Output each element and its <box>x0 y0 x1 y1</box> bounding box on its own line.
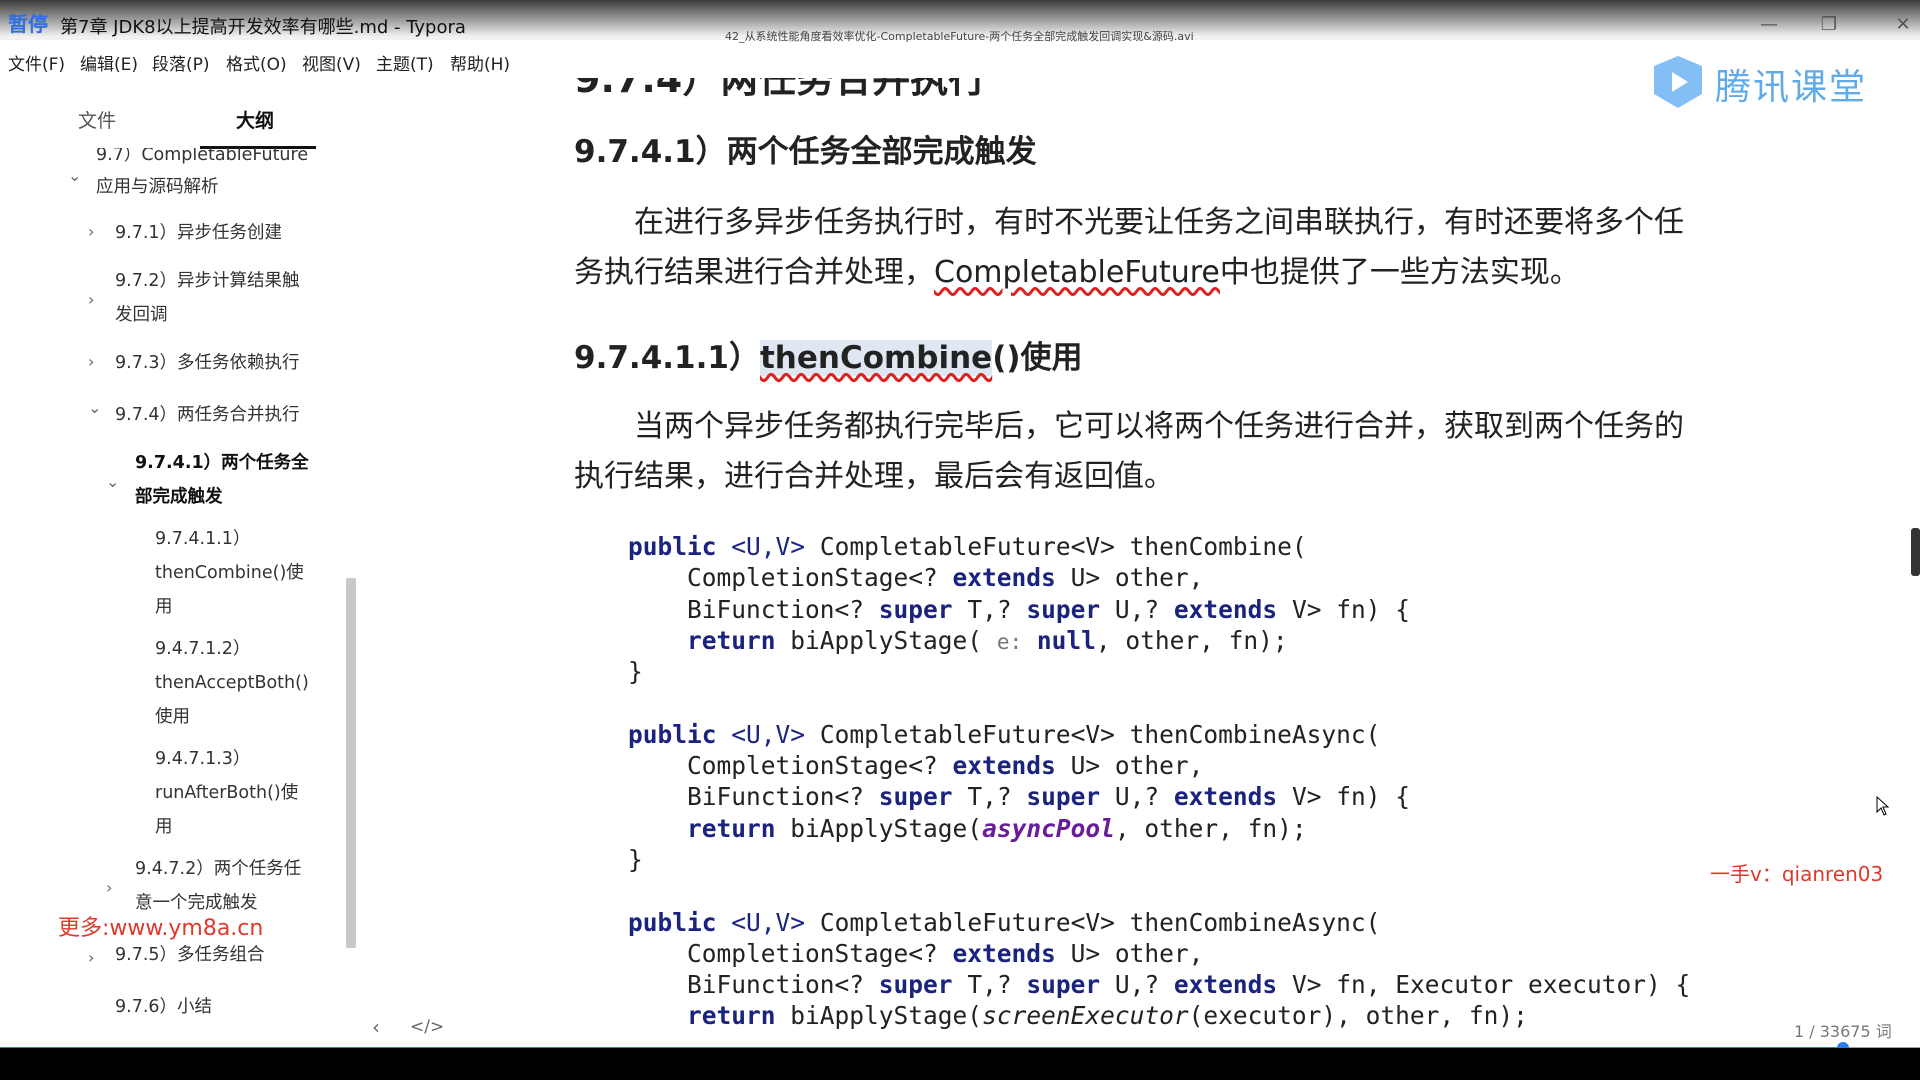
outline-scrollbar[interactable] <box>346 578 356 948</box>
tab-outline[interactable]: 大纲 <box>236 106 274 133</box>
code-line: public <U,V> CompletableFuture<V> thenCo… <box>628 719 1381 749</box>
code-line: public <U,V> CompletableFuture<V> thenCo… <box>628 532 1307 561</box>
menu-view[interactable]: 视图(V) <box>302 50 361 75</box>
outline-item[interactable]: 用 <box>155 590 173 624</box>
code-line: public <U,V> CompletableFuture<V> thenCo… <box>628 907 1381 937</box>
outline-item[interactable]: 用 <box>155 810 173 844</box>
chevron-right-icon[interactable]: › <box>88 222 94 241</box>
outline-item[interactable]: 9.7.5）多任务组合 <box>115 938 265 972</box>
chevron-down-icon[interactable]: ⌄ <box>106 472 119 491</box>
menu-paragraph[interactable]: 段落(P) <box>152 50 210 75</box>
tab-files[interactable]: 文件 <box>78 106 116 133</box>
document-title: 第7章 JDK8以上提高开发效率有哪些.md - Typora <box>60 17 466 38</box>
outline-item[interactable]: 9.4.7.1.2） <box>155 632 250 666</box>
chevron-right-icon[interactable]: › <box>88 948 94 967</box>
code-line: CompletionStage<? extends U> other, <box>687 563 1204 593</box>
mouse-cursor-icon <box>1876 796 1890 816</box>
outline-item[interactable]: 9.7）CompletableFuture <box>96 148 308 172</box>
word-count[interactable]: 1 / 33675 词 <box>1794 1018 1892 1042</box>
outline-item[interactable]: 9.4.7.2）两个任务任 <box>135 852 301 886</box>
outline-item[interactable]: 9.7.4）两任务合并执行 <box>115 398 300 432</box>
menu-format[interactable]: 格式(O) <box>226 50 287 75</box>
code-line: CompletionStage<? extends U> other, <box>687 938 1204 968</box>
code-block[interactable]: public <U,V> CompletableFuture<V> thenCo… <box>628 532 1798 1033</box>
chevron-right-icon[interactable]: › <box>106 878 112 897</box>
paused-indicator: 暂停 <box>8 12 48 36</box>
code-line: BiFunction<? super T,? super U,? extends… <box>687 594 1410 624</box>
code-line: return biApplyStage( e: null, other, fn)… <box>687 625 1288 655</box>
outline-item[interactable]: 9.7.2）异步计算结果触 <box>115 264 300 298</box>
outline-item[interactable]: 发回调 <box>115 298 168 332</box>
restore-button[interactable]: ❐ <box>1812 14 1846 36</box>
paragraph-intro: 在进行多异步任务执行时，有时不光要让任务之间串联执行，有时还要将多个任务执行结果… <box>574 198 1704 298</box>
logo-text: 腾讯课堂 <box>1715 67 1868 108</box>
heading-number: 9.7.4.1.1） <box>574 340 760 376</box>
outline-item[interactable]: 9.4.7.1.3） <box>155 742 250 776</box>
paragraph-thencombine-text: 当两个异步任务都执行完毕后，它可以将两个任务进行合并，获取到两个任务的执行结果，… <box>574 409 1684 494</box>
heading-all-tasks-done: 9.7.4.1）两个任务全部完成触发 <box>574 134 1037 170</box>
outline-item-active[interactable]: 部完成触发 <box>135 480 223 514</box>
code-line: } <box>628 657 643 687</box>
outline-item[interactable]: 9.7.1）异步任务创建 <box>115 216 282 250</box>
sidebar: 文件 大纲 9.7）CompletableFuture ⌄ 应用与源码解析 › … <box>0 90 360 1050</box>
outline-item-active[interactable]: 9.7.4.1）两个任务全 <box>135 446 309 480</box>
menu-edit[interactable]: 编辑(E) <box>80 50 138 75</box>
heading-thencombine: 9.7.4.1.1）thenCombine()使用 <box>574 332 1083 377</box>
chevron-down-icon[interactable]: ⌄ <box>88 398 101 417</box>
chevron-right-icon[interactable]: › <box>88 290 94 309</box>
code-line: return biApplyStage(screenExecutor(execu… <box>687 1001 1528 1031</box>
typora-window: 暂停 第7章 JDK8以上提高开发效率有哪些.md - Typora 42_从系… <box>0 0 1920 1080</box>
minimize-button[interactable]: — <box>1752 14 1786 36</box>
editor-area[interactable]: 9.7.4）两任务合并执行 9.7.4.1）两个任务全部完成触发 在进行多异步任… <box>360 40 1920 1050</box>
selected-word: thenCombine <box>759 340 993 376</box>
heading-tail: ()使用 <box>992 340 1083 376</box>
outline-item[interactable]: 9.7.6）小结 <box>115 990 212 1024</box>
title-bar: 暂停 第7章 JDK8以上提高开发效率有哪些.md - Typora 42_从系… <box>0 0 1920 43</box>
chevron-right-icon[interactable]: › <box>88 352 94 371</box>
code-line: BiFunction<? super T,? super U,? extends… <box>687 782 1410 812</box>
outline-item[interactable]: thenAcceptBoth() <box>155 666 309 700</box>
menu-file[interactable]: 文件(F) <box>8 50 65 75</box>
player-bottom-bar <box>0 1048 1920 1080</box>
outline-item[interactable]: 9.7.3）多任务依赖执行 <box>115 346 300 380</box>
watermark-site: 更多:www.ym8a.cn <box>58 916 264 941</box>
code-line: CompletionStage<? extends U> other, <box>687 751 1204 781</box>
code-line: BiFunction<? super T,? super U,? extends… <box>687 970 1691 1000</box>
outline-item[interactable]: thenCombine()使 <box>155 556 304 590</box>
editor-scrollbar[interactable] <box>1911 528 1920 576</box>
heading-cut-off: 9.7.4）两任务合并执行 <box>574 57 987 101</box>
paragraph-intro-tail: 中也提供了一些方法实现。 <box>1219 255 1580 290</box>
close-button[interactable]: ✕ <box>1886 14 1920 36</box>
watermark-contact: 一手v：qianren03 <box>1710 862 1884 886</box>
chevron-down-icon[interactable]: ⌄ <box>68 166 81 185</box>
paragraph-thencombine: 当两个异步任务都执行完毕后，它可以将两个任务进行合并，获取到两个任务的执行结果，… <box>574 402 1704 502</box>
code-line: return biApplyStage(asyncPool, other, fn… <box>687 813 1307 843</box>
outline-item[interactable]: 应用与源码解析 <box>96 170 219 204</box>
outline-item[interactable]: 9.7.4.1.1） <box>155 522 250 556</box>
spellcheck-word: CompletableFuture <box>934 255 1220 290</box>
code-line: } <box>628 844 643 874</box>
outline-item[interactable]: runAfterBoth()使 <box>155 776 298 810</box>
outline-item[interactable]: 使用 <box>155 700 190 734</box>
